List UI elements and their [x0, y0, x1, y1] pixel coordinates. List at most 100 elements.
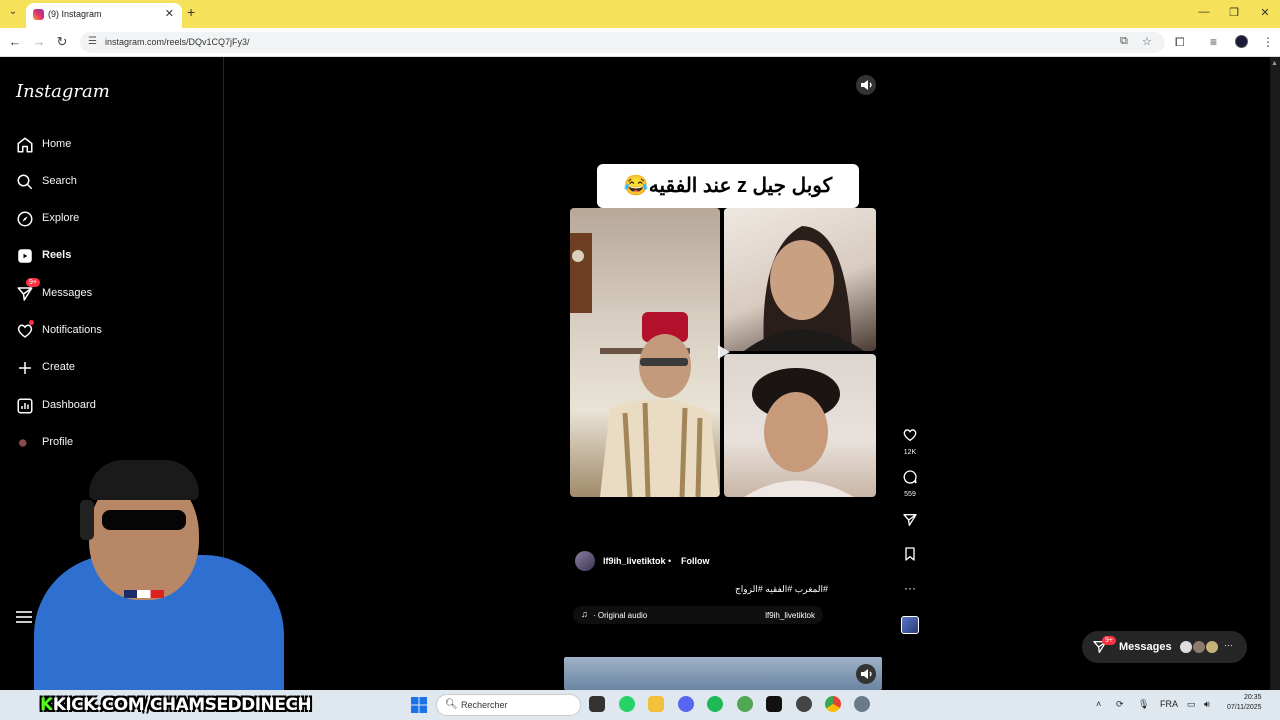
next-reel-preview[interactable] [564, 657, 882, 690]
save-button[interactable] [900, 546, 920, 567]
tab-search-chevron-icon[interactable]: ⌄ [5, 6, 21, 22]
kick-logo-letter: K [40, 695, 53, 715]
more-options-button[interactable]: ··· [900, 580, 920, 596]
whatsapp-icon[interactable] [619, 696, 635, 712]
tray-sync-icon[interactable]: ⟳ [1116, 699, 1124, 710]
sidebar-item-notifications[interactable]: Notifications [16, 320, 206, 344]
scroll-up-arrow-icon[interactable]: ▲ [1271, 60, 1278, 67]
discord-icon[interactable] [678, 696, 694, 712]
url-text[interactable]: instagram.com/reels/DQv1CQ7jFy3/ [105, 37, 250, 47]
audio-label: · Original audio [593, 611, 648, 620]
sidebar-item-search[interactable]: Search [16, 171, 206, 195]
share-button[interactable] [900, 512, 920, 533]
reel-video-panel-top-right[interactable] [724, 208, 876, 351]
tray-volume-icon[interactable]: 🔊︎ [1204, 699, 1210, 710]
task-view-icon[interactable] [589, 696, 605, 712]
man-in-fez-illustration [570, 233, 720, 497]
sidebar-item-label: Dashboard [42, 399, 96, 411]
taskbar-search[interactable]: 🔍︎ Rechercher [436, 694, 581, 716]
sidebar-item-label: Profile [42, 436, 74, 448]
tray-network-icon[interactable]: ▭ [1187, 699, 1196, 710]
reel-hashtags[interactable]: #المغرب #الفقيه #الزواج [690, 584, 828, 595]
instagram-logo[interactable]: Instagram [16, 81, 110, 102]
reel-video-panel-bottom-right[interactable] [724, 354, 876, 497]
spotify-icon[interactable] [707, 696, 723, 712]
browser-menu-icon[interactable]: ⋮ [1262, 35, 1274, 49]
young-man-illustration [744, 368, 854, 497]
audio-link[interactable]: ♫ · Original audio lf9ih_livetiktok [573, 606, 823, 624]
play-icon[interactable] [713, 342, 733, 362]
page-scrollbar[interactable] [1270, 57, 1280, 690]
browser-tab-instagram[interactable]: (9) Instagram ✕ [26, 3, 182, 28]
kick-channel-banner: KKICK.COM/CHAMSEDDINECH [40, 695, 312, 715]
sidebar-item-reels[interactable]: Reels [16, 245, 206, 269]
chart-icon [17, 398, 33, 414]
new-tab-button[interactable]: + [187, 4, 195, 20]
messages-badge: 9+ [26, 278, 40, 287]
sidebar-item-profile[interactable]: Profile [16, 432, 206, 456]
comment-count: 559 [904, 491, 916, 498]
instagram-favicon-icon [33, 9, 44, 20]
streamer-headset [80, 500, 94, 540]
comment-button[interactable]: 559 [900, 469, 920, 498]
messages-pill-label: Messages [1119, 641, 1172, 653]
forward-arrow-icon[interactable]: → [31, 34, 47, 49]
browser-toolbar: ← → ↻ ☰ instagram.com/reels/DQv1CQ7jFy3/… [0, 28, 1280, 57]
reel-video-panel-left[interactable] [570, 208, 720, 497]
mute-toggle-button-next[interactable] [856, 664, 876, 684]
obs-icon[interactable] [796, 696, 812, 712]
sidebar-item-dashboard[interactable]: Dashboard [16, 395, 206, 419]
back-arrow-icon[interactable]: ← [7, 34, 23, 49]
chrome-icon[interactable] [825, 696, 841, 712]
author-avatar[interactable] [575, 551, 595, 571]
minimize-button[interactable]: — [1194, 6, 1214, 18]
follow-button[interactable]: Follow [681, 556, 710, 566]
taskbar-search-placeholder: Rechercher [461, 700, 508, 710]
close-window-button[interactable]: ✕ [1255, 6, 1275, 19]
tray-language[interactable]: FRA [1160, 699, 1178, 709]
search-icon: 🔍︎ [445, 699, 458, 710]
browser-profile-avatar[interactable] [1235, 35, 1248, 48]
messages-pill-button[interactable]: 9+ Messages ··· [1082, 631, 1247, 663]
install-app-icon[interactable]: ⧉ [1120, 35, 1128, 48]
sidebar-item-label: Reels [42, 249, 72, 261]
taskbar-clock[interactable]: 20:35 07/11/2025 [1227, 693, 1262, 713]
maximize-button[interactable]: ❐ [1224, 6, 1244, 19]
sidebar-item-create[interactable]: Create [16, 357, 206, 381]
author-separator: • [668, 556, 672, 566]
media-controls-icon[interactable]: ≡ [1210, 35, 1217, 49]
file-explorer-icon[interactable] [648, 696, 664, 712]
settings-gear-icon[interactable] [854, 696, 870, 712]
extensions-puzzle-icon[interactable]: ⧠ [1175, 35, 1185, 50]
messages-pill-badge: 9+ [1102, 636, 1116, 645]
tab-close-icon[interactable]: ✕ [165, 7, 174, 20]
sidebar-item-label: Messages [42, 287, 93, 299]
speaker-icon [861, 669, 872, 679]
contact-avatar [1205, 640, 1219, 654]
tray-mic-icon[interactable]: 🎙︎ [1138, 699, 1149, 710]
clock-time: 20:35 [1243, 694, 1262, 701]
app-icon-green[interactable] [737, 696, 753, 712]
sidebar-item-explore[interactable]: Explore [16, 208, 206, 232]
kick-app-icon[interactable] [766, 696, 782, 712]
bookmark-star-icon[interactable]: ☆ [1142, 35, 1152, 48]
kick-channel-url: KICK.COM/CHAMSEDDINECH [52, 695, 312, 715]
comment-icon [903, 470, 917, 484]
like-button[interactable]: 12K [900, 427, 920, 456]
sidebar-item-messages[interactable]: 9+ Messages [16, 278, 206, 307]
address-bar[interactable]: ☰ instagram.com/reels/DQv1CQ7jFy3/ ⧉ ☆ [80, 32, 1165, 53]
reload-icon[interactable]: ↻ [54, 34, 70, 50]
more-contacts-icon: ··· [1224, 640, 1233, 650]
contact-avatar [1179, 640, 1193, 654]
sidebar-item-label: Create [42, 361, 76, 373]
sidebar-item-home[interactable]: Home [16, 134, 206, 158]
mute-toggle-button[interactable] [856, 75, 876, 95]
author-username[interactable]: lf9ih_livetiktok [603, 556, 666, 566]
contact-avatar [1192, 640, 1206, 654]
windows-start-icon[interactable] [411, 697, 427, 713]
hamburger-menu-icon[interactable] [16, 610, 32, 624]
music-note-icon: ♫ [581, 609, 588, 619]
audio-thumbnail[interactable] [901, 616, 919, 634]
tray-chevron-up-icon[interactable]: ˄ [1096, 699, 1101, 709]
site-info-icon[interactable]: ☰ [88, 36, 97, 47]
